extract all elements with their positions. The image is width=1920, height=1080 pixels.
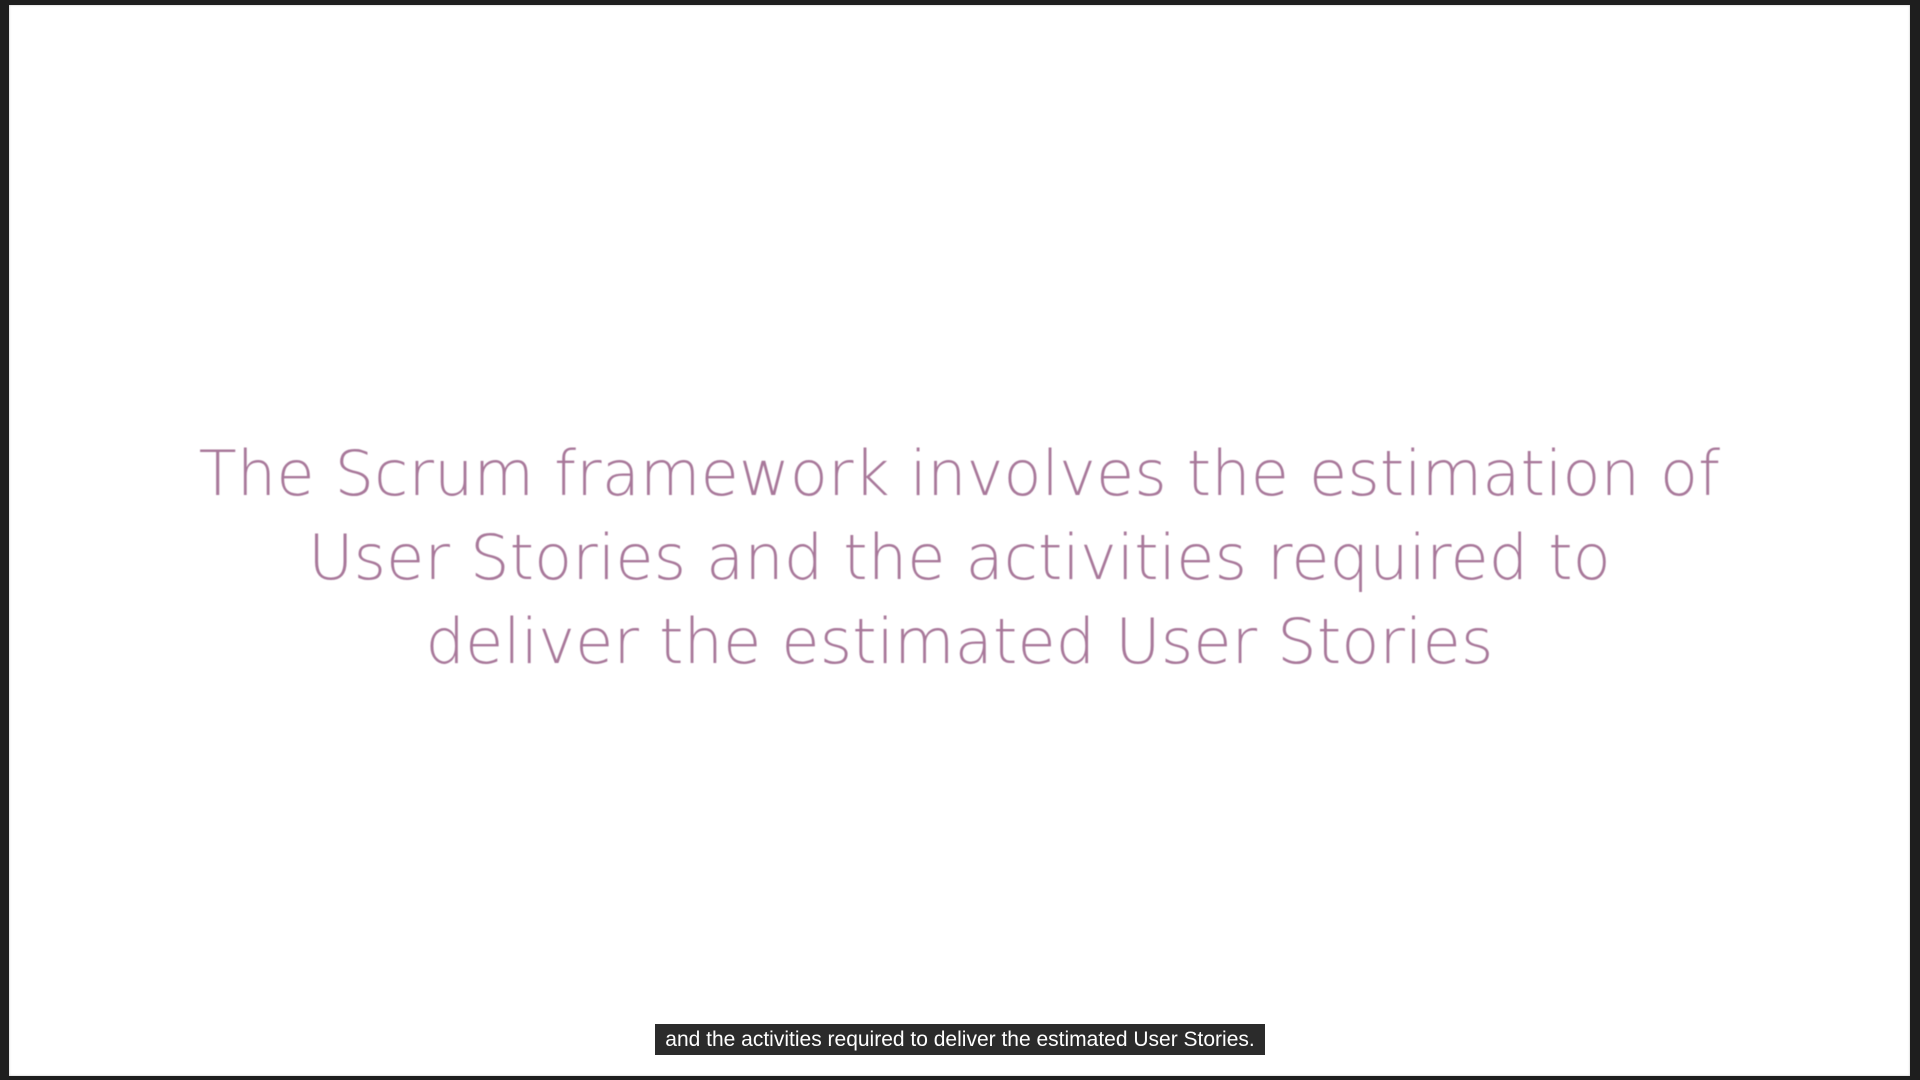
video-player-frame: The Scrum framework involves the estimat… (0, 0, 1920, 1080)
slide-text-line-2: User Stories and the activities required… (308, 521, 1611, 594)
subtitle-caption: and the activities required to deliver t… (655, 1024, 1265, 1055)
slide-body-text: The Scrum framework involves the estimat… (9, 432, 1910, 684)
slide-text-line-1: The Scrum framework involves the estimat… (198, 437, 1721, 510)
slide-text-line-3: deliver the estimated User Stories (425, 605, 1494, 678)
presentation-slide: The Scrum framework involves the estimat… (9, 5, 1910, 1076)
